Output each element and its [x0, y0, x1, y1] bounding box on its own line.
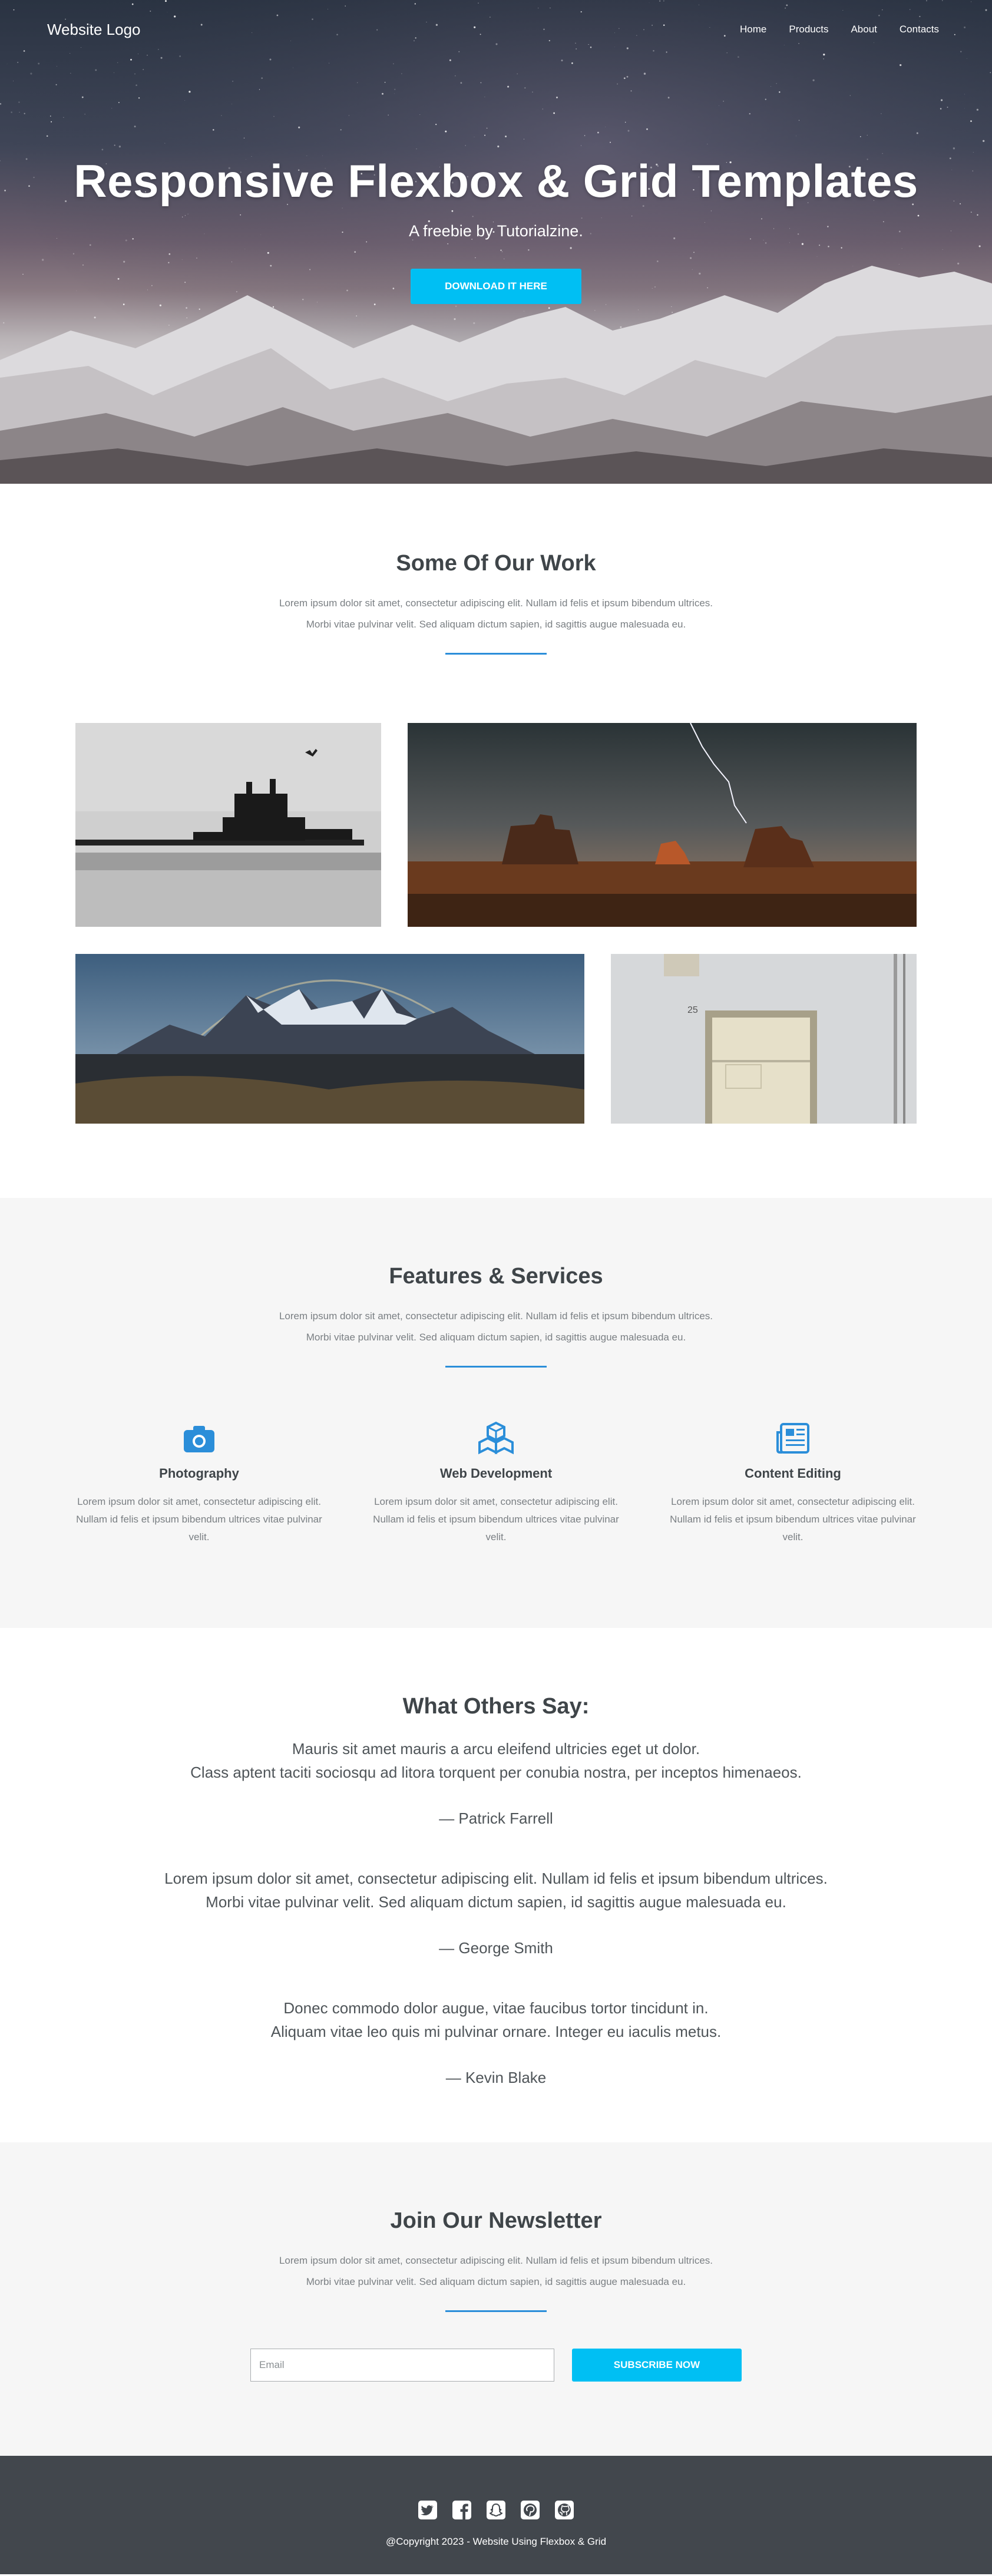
- cubes-icon: [478, 1421, 514, 1455]
- work-desc-line-2: Morbi vitae pulvinar velit. Sed aliquam …: [306, 619, 686, 630]
- section-divider: [445, 1366, 547, 1368]
- work-header: Some Of Our Work Lorem ipsum dolor sit a…: [0, 551, 992, 655]
- testimonial-line: Mauris sit amet mauris a arcu eleifend u…: [292, 1740, 700, 1758]
- hero-title: Responsive Flexbox & Grid Templates: [74, 155, 918, 207]
- facebook-icon[interactable]: [451, 2499, 472, 2521]
- work-gallery: 25: [0, 723, 992, 1171]
- testimonial-line: Morbi vitae pulvinar velit. Sed aliquam …: [206, 1893, 786, 1911]
- features-header: Features & Services Lorem ipsum dolor si…: [0, 1264, 992, 1368]
- work-desc-line-1: Lorem ipsum dolor sit amet, consectetur …: [279, 597, 713, 609]
- subscribe-button[interactable]: SUBSCRIBE NOW: [572, 2349, 742, 2382]
- testimonial: Lorem ipsum dolor sit amet, consectetur …: [0, 1867, 992, 1960]
- feature-text: Lorem ipsum dolor sit amet, consectetur …: [373, 1496, 619, 1543]
- features-description: Lorem ipsum dolor sit amet, consectetur …: [0, 1306, 992, 1348]
- hero-header: Website Logo Home Products About Contact…: [0, 0, 992, 484]
- door-number-text: 25: [687, 1005, 698, 1015]
- newsletter-section: Join Our Newsletter Lorem ipsum dolor si…: [0, 2142, 992, 2456]
- pinterest-icon[interactable]: [520, 2499, 541, 2521]
- testimonial-text: Donec commodo dolor augue, vitae faucibu…: [0, 1996, 992, 2043]
- nav-item-home[interactable]: Home: [740, 24, 766, 35]
- testimonial-author: — Kevin Blake: [445, 2069, 547, 2086]
- social-links: [0, 2499, 992, 2521]
- snapchat-icon[interactable]: [485, 2499, 507, 2521]
- testimonials-section: What Others Say: Mauris sit amet mauris …: [0, 1628, 992, 2142]
- testimonial-author: — Patrick Farrell: [439, 1809, 553, 1827]
- footer: @Copyright 2023 - Website Using Flexbox …: [0, 2456, 992, 2574]
- features-desc-line-2: Morbi vitae pulvinar velit. Sed aliquam …: [306, 1332, 686, 1343]
- feature-content-editing: Content Editing Lorem ipsum dolor sit am…: [669, 1421, 917, 1546]
- testimonials-title: What Others Say:: [402, 1694, 590, 1719]
- email-input[interactable]: [250, 2349, 554, 2382]
- nav-menu: Home Products About Contacts: [740, 24, 939, 35]
- nav-item-products[interactable]: Products: [789, 24, 828, 35]
- github-icon[interactable]: [554, 2499, 575, 2521]
- pier-photo[interactable]: [75, 723, 381, 927]
- testimonial-line: Donec commodo dolor augue, vitae faucibu…: [283, 1999, 709, 2017]
- feature-text: Lorem ipsum dolor sit amet, consectetur …: [76, 1496, 322, 1543]
- features-section: Features & Services Lorem ipsum dolor si…: [0, 1198, 992, 1628]
- feature-title: Photography: [159, 1466, 239, 1481]
- section-divider: [445, 2310, 547, 2312]
- feature-title: Content Editing: [745, 1466, 841, 1481]
- top-navigation: Website Logo Home Products About Contact…: [0, 0, 992, 59]
- door-photo[interactable]: 25: [611, 954, 917, 1124]
- feature-photography: Photography Lorem ipsum dolor sit amet, …: [75, 1421, 323, 1546]
- testimonial-text: Mauris sit amet mauris a arcu eleifend u…: [0, 1737, 992, 1784]
- nav-item-about[interactable]: About: [851, 24, 877, 35]
- desert-storm-photo[interactable]: [408, 723, 917, 927]
- nav-item-contacts[interactable]: Contacts: [900, 24, 939, 35]
- copyright-text: @Copyright 2023 - Website Using Flexbox …: [385, 2536, 607, 2547]
- newsletter-title: Join Our Newsletter: [390, 2208, 602, 2233]
- testimonial: Donec commodo dolor augue, vitae faucibu…: [0, 1996, 992, 2089]
- testimonial-line: Class aptent taciti sociosqu ad litora t…: [190, 1763, 802, 1781]
- newsletter-desc-line-1: Lorem ipsum dolor sit amet, consectetur …: [279, 2255, 713, 2266]
- features-desc-line-1: Lorem ipsum dolor sit amet, consectetur …: [279, 1310, 713, 1322]
- work-title: Some Of Our Work: [396, 551, 596, 576]
- work-section: Some Of Our Work Lorem ipsum dolor sit a…: [0, 484, 992, 1198]
- testimonial-author: — George Smith: [439, 1939, 553, 1957]
- work-description: Lorem ipsum dolor sit amet, consectetur …: [0, 593, 992, 635]
- testimonial-text: Lorem ipsum dolor sit amet, consectetur …: [0, 1867, 992, 1914]
- mountain-rainbow-photo[interactable]: [75, 954, 584, 1124]
- feature-text: Lorem ipsum dolor sit amet, consectetur …: [670, 1496, 916, 1543]
- testimonial: Mauris sit amet mauris a arcu eleifend u…: [0, 1737, 992, 1830]
- testimonial-line: Aliquam vitae leo quis mi pulvinar ornar…: [270, 2023, 722, 2040]
- newsletter-header: Join Our Newsletter Lorem ipsum dolor si…: [0, 2208, 992, 2312]
- features-list: Photography Lorem ipsum dolor sit amet, …: [75, 1421, 917, 1546]
- feature-web-development: Web Development Lorem ipsum dolor sit am…: [372, 1421, 620, 1546]
- hero-content: Responsive Flexbox & Grid Templates A fr…: [0, 154, 992, 304]
- twitter-icon[interactable]: [417, 2499, 438, 2521]
- testimonial-line: Lorem ipsum dolor sit amet, consectetur …: [164, 1870, 828, 1887]
- newspaper-icon: [776, 1423, 809, 1454]
- newsletter-form: SUBSCRIBE NOW: [0, 2349, 992, 2382]
- camera-icon: [184, 1426, 214, 1452]
- feature-title: Web Development: [439, 1466, 553, 1481]
- newsletter-desc-line-2: Morbi vitae pulvinar velit. Sed aliquam …: [306, 2276, 686, 2287]
- features-title: Features & Services: [389, 1264, 603, 1289]
- newsletter-description: Lorem ipsum dolor sit amet, consectetur …: [0, 2250, 992, 2293]
- hero-subtitle: A freebie by Tutorialzine.: [409, 222, 583, 240]
- website-logo[interactable]: Website Logo: [47, 21, 141, 39]
- section-divider: [445, 653, 547, 655]
- download-button[interactable]: DOWNLOAD IT HERE: [411, 269, 581, 304]
